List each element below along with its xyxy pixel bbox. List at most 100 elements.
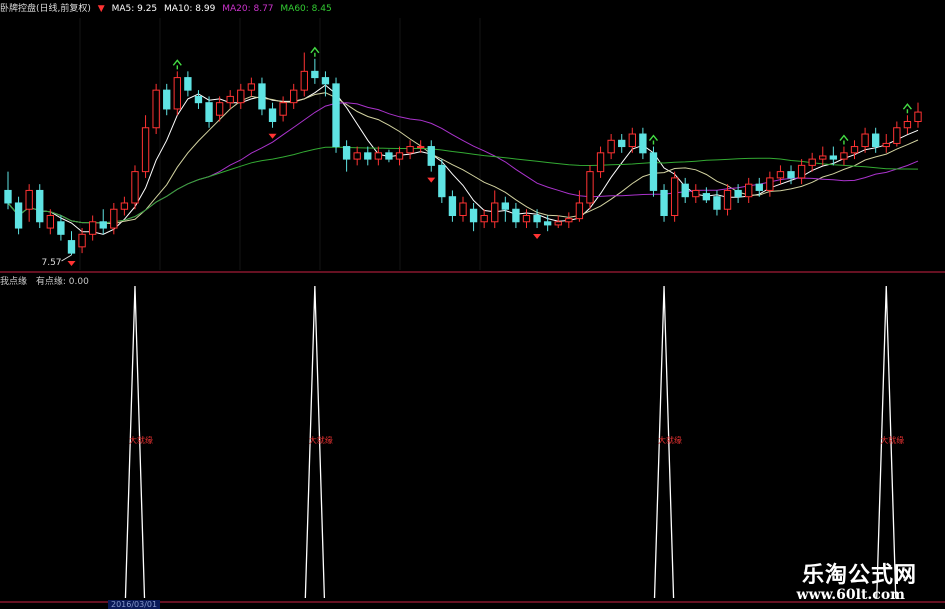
candle: [99, 209, 107, 235]
candle-body: [480, 215, 488, 223]
candle-body: [522, 215, 531, 223]
candle-body: [776, 171, 785, 179]
candle: [353, 146, 361, 166]
stock-chart: 7.57 大就缘 大就缘 大就缘 大就缘: [0, 18, 945, 603]
candle: [596, 146, 605, 178]
candle: [554, 215, 562, 229]
candle: [332, 77, 340, 153]
candle-body: [353, 152, 361, 160]
candle: [14, 196, 23, 235]
candle-body: [819, 155, 827, 160]
watermark-title: 乐淘公式网: [801, 562, 917, 588]
candle-body: [829, 155, 838, 160]
candle: [872, 127, 880, 153]
candle-body: [670, 177, 679, 217]
candle-body: [67, 240, 76, 254]
down-arrow-icon: [427, 177, 436, 183]
candle: [501, 196, 509, 222]
candle: [110, 202, 118, 235]
grid: [79, 18, 481, 270]
spike-label: 大就缘: [658, 435, 682, 445]
candle-body: [395, 152, 404, 160]
candle-body: [258, 83, 266, 110]
up-arrow-icon: [172, 59, 182, 70]
candle: [438, 159, 446, 203]
candle-body: [279, 102, 287, 116]
candle-body: [173, 77, 181, 110]
candle: [173, 71, 181, 116]
candle-body: [141, 127, 150, 173]
candle-body: [36, 189, 44, 223]
candle: [237, 83, 245, 109]
candle-body: [554, 221, 562, 226]
candle-body: [268, 108, 277, 122]
candle: [290, 83, 298, 109]
candle-body: [681, 183, 689, 198]
candle: [88, 215, 97, 241]
ma60-label: MA60: 8.45: [280, 4, 332, 14]
candle-body: [321, 77, 330, 85]
sub-legend: 我点缘 有点缘: 0.00: [0, 274, 89, 287]
spike: 大就缘: [124, 285, 153, 599]
candle-body: [332, 83, 340, 148]
spike-label: 大就缘: [309, 435, 333, 445]
candle-body: [787, 171, 795, 179]
spike: 大就缘: [653, 285, 682, 599]
candle: [766, 171, 774, 197]
candle-body: [438, 164, 446, 198]
candle: [247, 77, 256, 97]
candle-body: [88, 221, 97, 235]
candle: [819, 146, 827, 166]
candle: [25, 184, 33, 222]
candle-body: [543, 221, 552, 226]
candle-body: [4, 189, 12, 204]
candle-body: [840, 152, 848, 160]
low-label: 7.57: [41, 258, 61, 268]
candle: [194, 90, 203, 109]
signal-markers: 7.57: [41, 46, 912, 268]
candle-body: [99, 221, 107, 229]
candle-body: [565, 218, 573, 223]
candle: [268, 102, 277, 128]
candle-body: [226, 95, 234, 104]
candle-body: [163, 89, 171, 110]
candle-body: [491, 202, 499, 223]
candle: [205, 96, 213, 128]
candle-body: [46, 215, 54, 229]
candle: [702, 187, 711, 203]
candle-body: [131, 171, 139, 204]
candle: [469, 202, 478, 232]
candle-body: [25, 189, 33, 210]
candle-body: [713, 196, 721, 210]
sub-indicator: 大就缘 大就缘 大就缘 大就缘: [124, 285, 904, 599]
spike: 大就缘: [304, 285, 333, 599]
candle-body: [247, 83, 256, 91]
candle-body: [872, 133, 880, 148]
candle: [374, 146, 383, 166]
candle-body: [342, 146, 351, 160]
candle: [279, 96, 287, 122]
watermark-url: www.60lt.com: [796, 587, 905, 603]
candle-body: [469, 208, 478, 223]
spike-label: 大就缘: [129, 435, 153, 445]
candle-body: [649, 152, 658, 191]
ma10-label: MA10: 8.99: [164, 4, 216, 14]
candle: [163, 83, 171, 116]
candle: [850, 140, 859, 160]
candle: [427, 140, 435, 172]
candle: [406, 140, 414, 160]
candles: [4, 52, 922, 255]
candle-body: [237, 89, 245, 104]
down-arrow-icon: [268, 133, 277, 139]
candle: [311, 58, 319, 84]
candle: [395, 146, 404, 166]
sub-legend-right: 有点缘: 0.00: [35, 277, 89, 287]
candle-body: [459, 202, 467, 217]
spike-label: 大就缘: [880, 435, 904, 445]
candle: [649, 146, 658, 197]
candle-body: [427, 146, 435, 166]
candle-body: [110, 208, 118, 229]
date-tag: 2016/03/01: [108, 600, 161, 609]
candle: [36, 184, 44, 229]
candle: [808, 152, 816, 172]
